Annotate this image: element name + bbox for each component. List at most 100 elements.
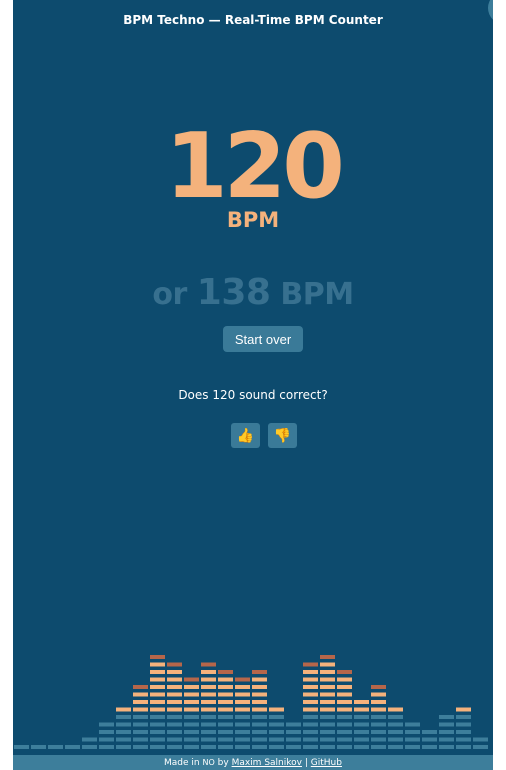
visualizer-bar: [150, 707, 165, 712]
visualizer-bar: [235, 737, 250, 742]
visualizer-bar: [439, 722, 454, 727]
visualizer-bar: [235, 722, 250, 727]
visualizer-bar: [133, 715, 148, 719]
visualizer-bar: [184, 730, 199, 734]
visualizer-bar: [439, 745, 454, 749]
visualizer-bar: [320, 707, 335, 712]
visualizer-bar: [320, 737, 335, 742]
visualizer-bar: [184, 745, 199, 749]
visualizer-bar: [133, 707, 148, 712]
visualizer-bar: [252, 737, 267, 742]
visualizer-bar: [150, 737, 165, 742]
visualizer-bar: [371, 700, 386, 704]
visualizer-bar: [252, 715, 267, 719]
visualizer-bar: [48, 745, 63, 749]
visualizer-bar: [388, 730, 403, 734]
visualizer-bar: [184, 715, 199, 719]
visualizer-bar: [456, 715, 471, 719]
visualizer-bar: [167, 745, 182, 749]
visualizer-bar: [184, 685, 199, 689]
visualizer-bar: [286, 722, 301, 727]
visualizer-bar: [320, 692, 335, 697]
visualizer-bar: [150, 677, 165, 682]
visualizer-bar: [456, 707, 471, 712]
visualizer-bar: [320, 677, 335, 682]
visualizer-bar: [252, 745, 267, 749]
visualizer-bar: [235, 692, 250, 697]
visualizer-bar: [354, 700, 369, 704]
visualizer-bar: [167, 677, 182, 682]
visualizer-bar: [388, 737, 403, 742]
visualizer-bar: [473, 745, 488, 749]
visualizer-bar: [235, 715, 250, 719]
visualizer-bar: [303, 707, 318, 712]
visualizer-bar: [184, 677, 199, 682]
visualizer-bar: [320, 715, 335, 719]
visualizer-bar: [269, 745, 284, 749]
visualizer-bar: [337, 737, 352, 742]
visualizer-bar: [354, 722, 369, 727]
visualizer-bar: [133, 700, 148, 704]
visualizer-bar: [388, 707, 403, 712]
footer-country: NO: [202, 758, 215, 767]
visualizer-bar: [388, 715, 403, 719]
visualizer-bar: [473, 737, 488, 742]
visualizer-bar: [337, 730, 352, 734]
alt-bpm-unit: BPM: [270, 277, 354, 312]
visualizer-bar: [201, 677, 216, 682]
visualizer-bar: [150, 685, 165, 689]
visualizer-bar: [150, 655, 165, 659]
visualizer-bar: [354, 737, 369, 742]
visualizer-bar: [116, 737, 131, 742]
visualizer-bar: [422, 730, 437, 734]
visualizer-bar: [184, 737, 199, 742]
visualizer-bar: [201, 662, 216, 667]
visualizer-bar: [269, 722, 284, 727]
visualizer-bar: [371, 745, 386, 749]
visualizer-bar: [354, 715, 369, 719]
visualizer-bar: [303, 677, 318, 682]
visualizer-bar: [82, 737, 97, 742]
author-link[interactable]: Maxim Salnikov: [232, 758, 302, 768]
thumbs-up-button[interactable]: 👍: [231, 423, 260, 448]
visualizer-bar: [201, 670, 216, 674]
visualizer-bar: [133, 692, 148, 697]
visualizer-bar: [337, 677, 352, 682]
visualizer-bar: [252, 707, 267, 712]
visualizer-bar: [167, 737, 182, 742]
visualizer-bar: [150, 692, 165, 697]
visualizer-bar: [303, 730, 318, 734]
visualizer-bar: [218, 707, 233, 712]
visualizer-bar: [405, 722, 420, 727]
visualizer-bar: [133, 737, 148, 742]
visualizer-bar: [133, 745, 148, 749]
visualizer-bar: [201, 685, 216, 689]
visualizer-bar: [167, 662, 182, 667]
visualizer-bar: [167, 730, 182, 734]
visualizer-bar: [133, 730, 148, 734]
visualizer-bar: [116, 745, 131, 749]
visualizer-bar: [320, 722, 335, 727]
visualizer-bar: [201, 722, 216, 727]
github-link[interactable]: GitHub: [311, 758, 342, 768]
visualizer-bar: [354, 745, 369, 749]
visualizer-bar: [303, 745, 318, 749]
visualizer-bar: [218, 745, 233, 749]
visualizer-bar: [354, 730, 369, 734]
visualizer-bar: [303, 715, 318, 719]
visualizer-bar: [405, 737, 420, 742]
visualizer-bar: [167, 670, 182, 674]
visualizer-bar: [439, 715, 454, 719]
visualizer-bar: [439, 737, 454, 742]
visualizer-bar: [99, 745, 114, 749]
visualizer-bar: [303, 662, 318, 667]
visualizer-bar: [218, 670, 233, 674]
visualizer-bar: [371, 722, 386, 727]
visualizer-bar: [167, 722, 182, 727]
bpm-value: 120: [165, 114, 345, 219]
start-over-button[interactable]: Start over: [223, 326, 303, 352]
visualizer-bar: [337, 715, 352, 719]
visualizer-bar: [388, 722, 403, 727]
thumbs-down-button[interactable]: 👎: [268, 423, 297, 448]
visualizer-bar: [422, 745, 437, 749]
